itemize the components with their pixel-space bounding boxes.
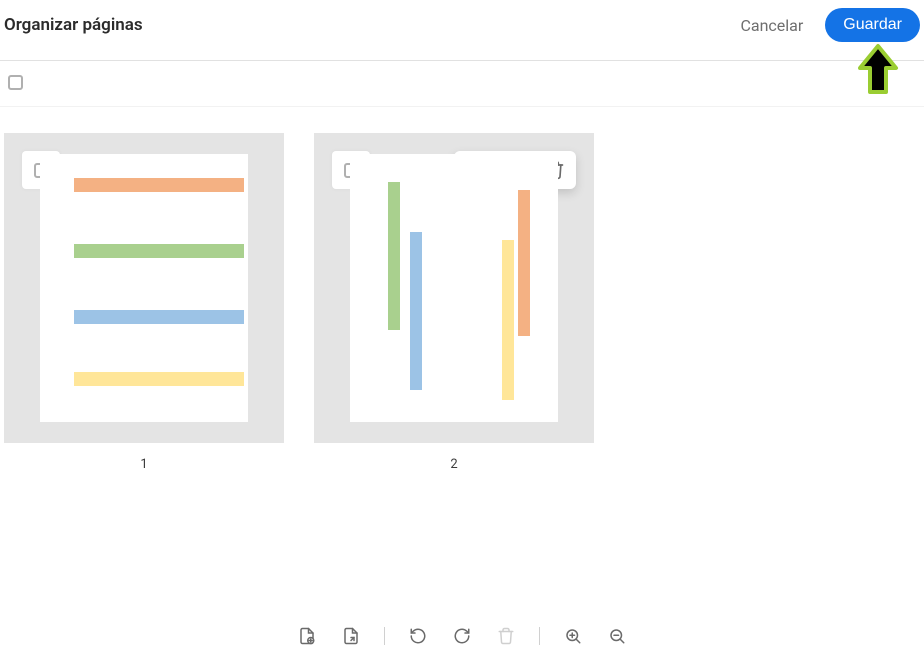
content-bar — [410, 232, 422, 390]
page-title: Organizar páginas — [4, 15, 143, 35]
rotate-cw-icon[interactable] — [451, 625, 473, 647]
page-item: 2 — [314, 133, 594, 472]
select-all-row — [0, 61, 924, 106]
page-thumbnail-1[interactable] — [4, 133, 284, 443]
bottom-toolbar — [0, 620, 924, 652]
page-thumbnail-2[interactable] — [314, 133, 594, 443]
page-preview — [40, 154, 248, 422]
content-bar — [74, 372, 244, 386]
page-preview — [350, 154, 558, 422]
header-actions: Cancelar Guardar — [740, 8, 920, 42]
content-bar — [74, 310, 244, 324]
page-number: 1 — [140, 457, 147, 472]
insert-page-icon[interactable] — [296, 625, 318, 647]
divider — [384, 627, 385, 645]
content-bar — [74, 178, 244, 192]
zoom-in-icon[interactable] — [562, 625, 584, 647]
divider — [539, 627, 540, 645]
rotate-ccw-icon[interactable] — [407, 625, 429, 647]
content-bar — [74, 244, 244, 258]
page-item: 1 — [4, 133, 284, 472]
select-all-checkbox[interactable] — [8, 75, 23, 90]
trash-icon — [495, 625, 517, 647]
page-number: 2 — [450, 457, 457, 472]
pages-grid: 1 — [0, 107, 924, 472]
extract-page-icon[interactable] — [340, 625, 362, 647]
zoom-out-icon[interactable] — [606, 625, 628, 647]
header: Organizar páginas Cancelar Guardar — [0, 0, 924, 46]
content-bar — [518, 190, 530, 336]
content-bar — [388, 182, 400, 330]
content-bar — [502, 240, 514, 400]
save-button[interactable]: Guardar — [825, 8, 920, 42]
cancel-button[interactable]: Cancelar — [740, 16, 803, 35]
